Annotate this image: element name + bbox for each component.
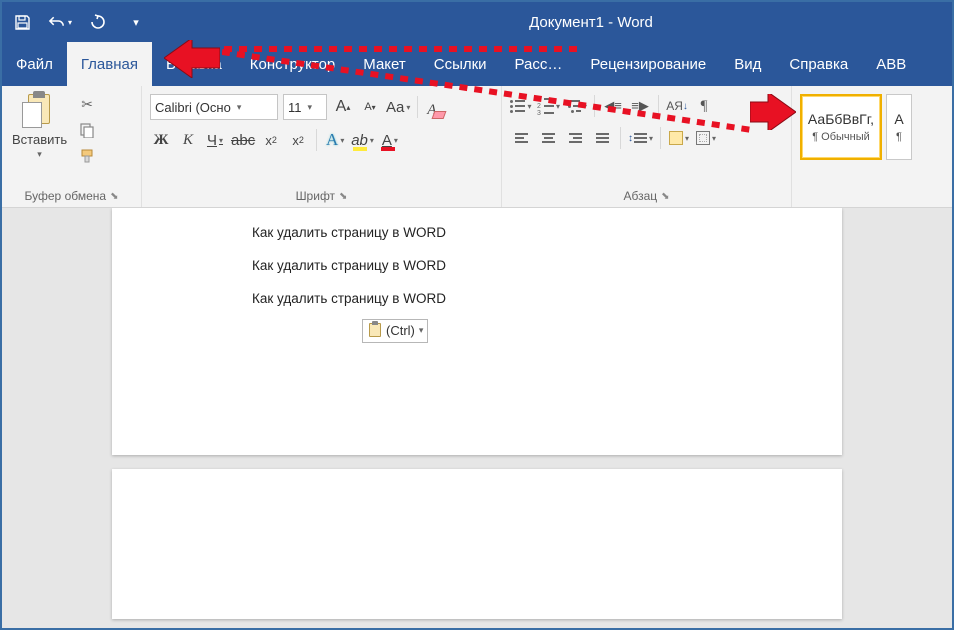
group-font: Calibri (Осно▾ 11▾ A▴ A▾ Aa A Ж К Ч abc … (142, 86, 502, 207)
save-icon[interactable] (10, 10, 34, 34)
page-1[interactable]: Как удалить страницу в WORD Как удалить … (112, 208, 842, 455)
strikethrough-button[interactable]: abc (231, 128, 255, 152)
font-color-button[interactable]: A (379, 128, 401, 152)
qat-customize-icon[interactable]: ▾ (124, 10, 148, 34)
group-paragraph-label: Абзац (623, 189, 657, 203)
paragraph-dialog-launcher-icon[interactable]: ⬊ (661, 191, 669, 202)
grow-font-icon[interactable]: A▴ (332, 95, 354, 119)
numbering-button[interactable]: 123 (537, 94, 560, 118)
align-right-button[interactable] (564, 126, 586, 150)
body-text-line[interactable]: Как удалить страницу в WORD (252, 257, 842, 276)
document-title: Документ1 - Word (148, 14, 944, 31)
title-bar: ▾ ▾ Документ1 - Word (2, 2, 952, 42)
align-center-button[interactable] (537, 126, 559, 150)
paste-button[interactable]: Вставить ▾ (8, 90, 71, 162)
group-paragraph: 123 ◀≡ ≡▶ АЯ↓ ¶ (502, 86, 792, 207)
tab-home[interactable]: Главная (67, 42, 152, 86)
page-2[interactable] (112, 469, 842, 619)
style-name: ¶ (896, 131, 902, 143)
clipboard-dialog-launcher-icon[interactable]: ⬊ (110, 191, 118, 202)
font-name-combo[interactable]: Calibri (Осно▾ (150, 94, 278, 120)
italic-button[interactable]: К (177, 128, 199, 152)
group-font-label: Шрифт (296, 189, 335, 203)
shading-button[interactable] (668, 126, 690, 150)
style-preview: АаБбВвГг, (808, 111, 874, 127)
align-left-button[interactable] (510, 126, 532, 150)
style-tile-normal[interactable]: АаБбВвГг, ¶ Обычный (800, 94, 882, 160)
tab-abb[interactable]: ABB (862, 42, 920, 86)
tab-file[interactable]: Файл (2, 42, 67, 86)
ribbon: Вставить ▾ ✂ Буфер обмена⬊ Calibri (Осно… (2, 86, 952, 208)
quick-access-toolbar: ▾ ▾ (10, 10, 148, 34)
document-area[interactable]: Как удалить страницу в WORD Как удалить … (2, 208, 952, 628)
undo-icon[interactable]: ▾ (48, 10, 72, 34)
tab-mailings[interactable]: Расс… (501, 42, 577, 86)
tab-insert[interactable]: Вставка (152, 42, 236, 86)
group-clipboard-label: Буфер обмена (25, 189, 107, 203)
font-size-combo[interactable]: 11▾ (283, 94, 327, 120)
bullets-button[interactable] (510, 94, 532, 118)
cut-icon[interactable]: ✂ (77, 94, 97, 114)
underline-button[interactable]: Ч (204, 128, 226, 152)
copy-icon[interactable] (77, 120, 97, 140)
show-hide-marks-button[interactable]: ¶ (693, 94, 715, 118)
text-effects-button[interactable]: A (324, 128, 346, 152)
sort-button[interactable]: АЯ↓ (666, 94, 688, 118)
paste-label: Вставить (12, 132, 67, 147)
style-tile-next[interactable]: А ¶ (886, 94, 912, 160)
tab-design[interactable]: Конструктор (236, 42, 350, 86)
tab-review[interactable]: Рецензирование (576, 42, 720, 86)
format-painter-icon[interactable] (77, 146, 97, 166)
paste-options-label: (Ctrl) (386, 323, 415, 338)
tab-view[interactable]: Вид (720, 42, 775, 86)
decrease-indent-button[interactable]: ◀≡ (602, 94, 624, 118)
body-text-line[interactable]: Как удалить страницу в WORD (252, 290, 842, 309)
highlight-button[interactable]: ab (351, 128, 374, 152)
font-dialog-launcher-icon[interactable]: ⬊ (339, 191, 347, 202)
group-styles: АаБбВвГг, ¶ Обычный А ¶ (792, 86, 952, 207)
paste-icon (22, 92, 58, 130)
tab-help[interactable]: Справка (775, 42, 862, 86)
shrink-font-icon[interactable]: A▾ (359, 95, 381, 119)
body-text-line[interactable]: Как удалить страницу в WORD (252, 224, 842, 243)
tab-layout[interactable]: Макет (349, 42, 419, 86)
bold-button[interactable]: Ж (150, 128, 172, 152)
line-spacing-button[interactable]: ↕ (628, 126, 653, 150)
borders-button[interactable] (695, 126, 717, 150)
paste-options-badge[interactable]: (Ctrl) ▾ (362, 319, 428, 343)
superscript-button[interactable]: x2 (287, 128, 309, 152)
justify-button[interactable] (591, 126, 613, 150)
paste-options-icon (367, 322, 383, 340)
tab-references[interactable]: Ссылки (420, 42, 501, 86)
ribbon-tabs: Файл Главная Вставка Конструктор Макет С… (2, 42, 952, 86)
increase-indent-button[interactable]: ≡▶ (629, 94, 651, 118)
style-preview: А (894, 111, 903, 127)
style-name: ¶ Обычный (812, 131, 870, 143)
group-clipboard: Вставить ▾ ✂ Буфер обмена⬊ (2, 86, 142, 207)
clear-formatting-icon[interactable]: A (425, 95, 447, 119)
change-case-button[interactable]: Aa (386, 95, 410, 119)
subscript-button[interactable]: x2 (260, 128, 282, 152)
multilevel-list-button[interactable] (565, 94, 587, 118)
redo-icon[interactable] (86, 10, 110, 34)
